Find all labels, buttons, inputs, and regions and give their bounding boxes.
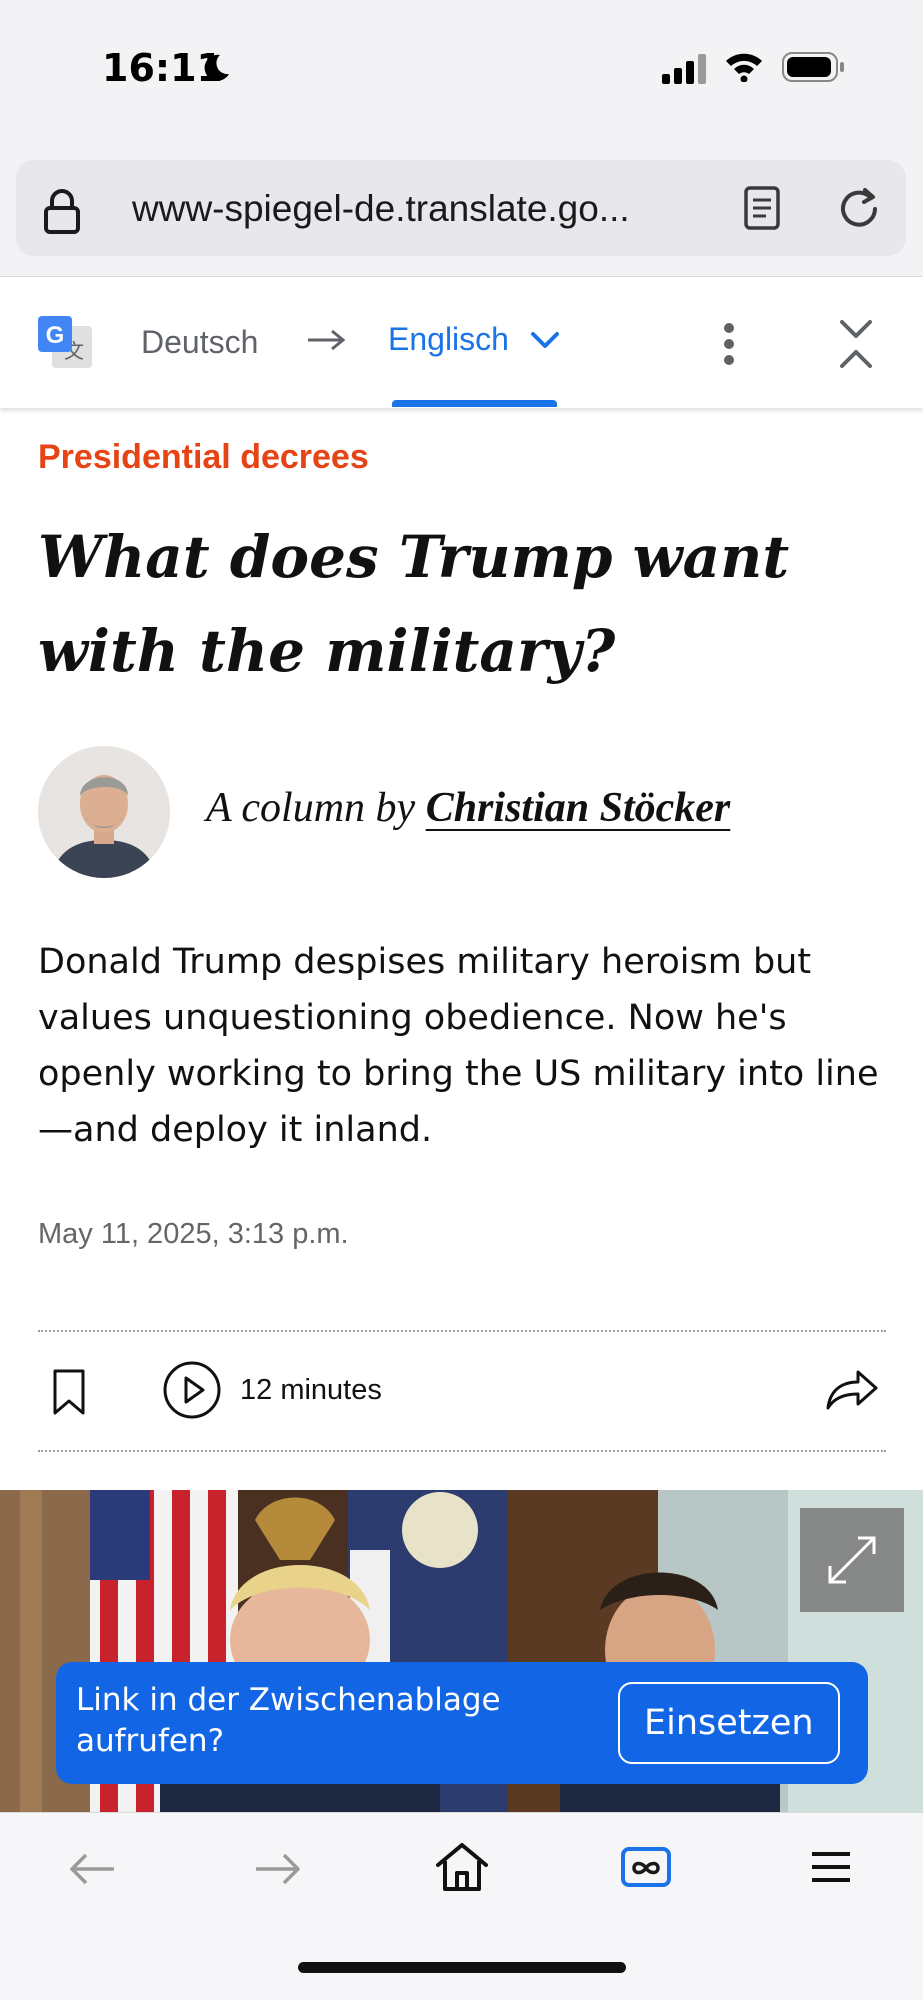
home-icon[interactable] [434,1841,490,1893]
google-translate-bar: 文 G Deutsch Englisch [0,278,923,408]
address-bar[interactable]: www-spiegel-de.translate.go... [16,160,906,256]
play-audio-icon[interactable] [162,1360,222,1420]
reader-icon[interactable] [744,186,780,230]
audio-duration[interactable]: 12 minutes [240,1374,382,1407]
forward-icon[interactable] [252,1849,302,1889]
wifi-icon [726,53,762,82]
google-translate-icon: 文 G [38,316,92,368]
byline-prefix: A column by [206,785,416,831]
private-tabs-icon[interactable] [620,1843,672,1889]
paste-button[interactable]: Einsetzen [618,1682,840,1764]
expand-icon [828,1536,876,1584]
source-language[interactable]: Deutsch [141,324,258,361]
clipboard-toast: Link in der Zwischenablage aufrufen? Ein… [56,1662,868,1784]
collapse-icon[interactable] [838,318,874,370]
cellular-signal-icon [662,54,706,84]
article-kicker: Presidential decrees [38,438,369,476]
home-indicator[interactable] [298,1962,626,1973]
author-link[interactable]: Christian Stöcker [426,785,731,831]
byline: A column by Christian Stöcker [206,784,730,832]
target-language[interactable]: Englisch [388,321,509,358]
expand-image-button[interactable] [800,1508,904,1612]
bookmark-icon[interactable] [52,1368,86,1416]
arrow-right-icon [308,329,346,351]
battery-icon [782,52,844,82]
toast-message: Link in der Zwischenablage aufrufen? [76,1682,501,1759]
more-options-icon[interactable] [722,322,736,366]
divider [38,1330,886,1332]
divider [38,1450,886,1452]
article-headline: What does Trump want with the military? [38,523,790,685]
reload-icon[interactable] [834,184,884,234]
browser-address-area: www-spiegel-de.translate.go... [0,140,923,277]
active-language-indicator [392,400,557,407]
status-bar: 16:11 [0,0,923,140]
publish-timestamp: May 11, 2025, 3:13 p.m. [38,1218,349,1250]
back-icon[interactable] [68,1849,118,1889]
url-text[interactable]: www-spiegel-de.translate.go... [132,188,630,230]
author-avatar[interactable] [38,746,170,878]
menu-icon[interactable] [810,1849,852,1885]
svg-text:G: G [46,322,65,349]
moon-icon [204,54,229,81]
article-teaser: Donald Trump despises military heroism b… [38,942,879,1150]
lock-icon[interactable] [42,188,82,234]
chevron-down-icon[interactable] [530,330,560,350]
share-icon[interactable] [824,1364,880,1412]
